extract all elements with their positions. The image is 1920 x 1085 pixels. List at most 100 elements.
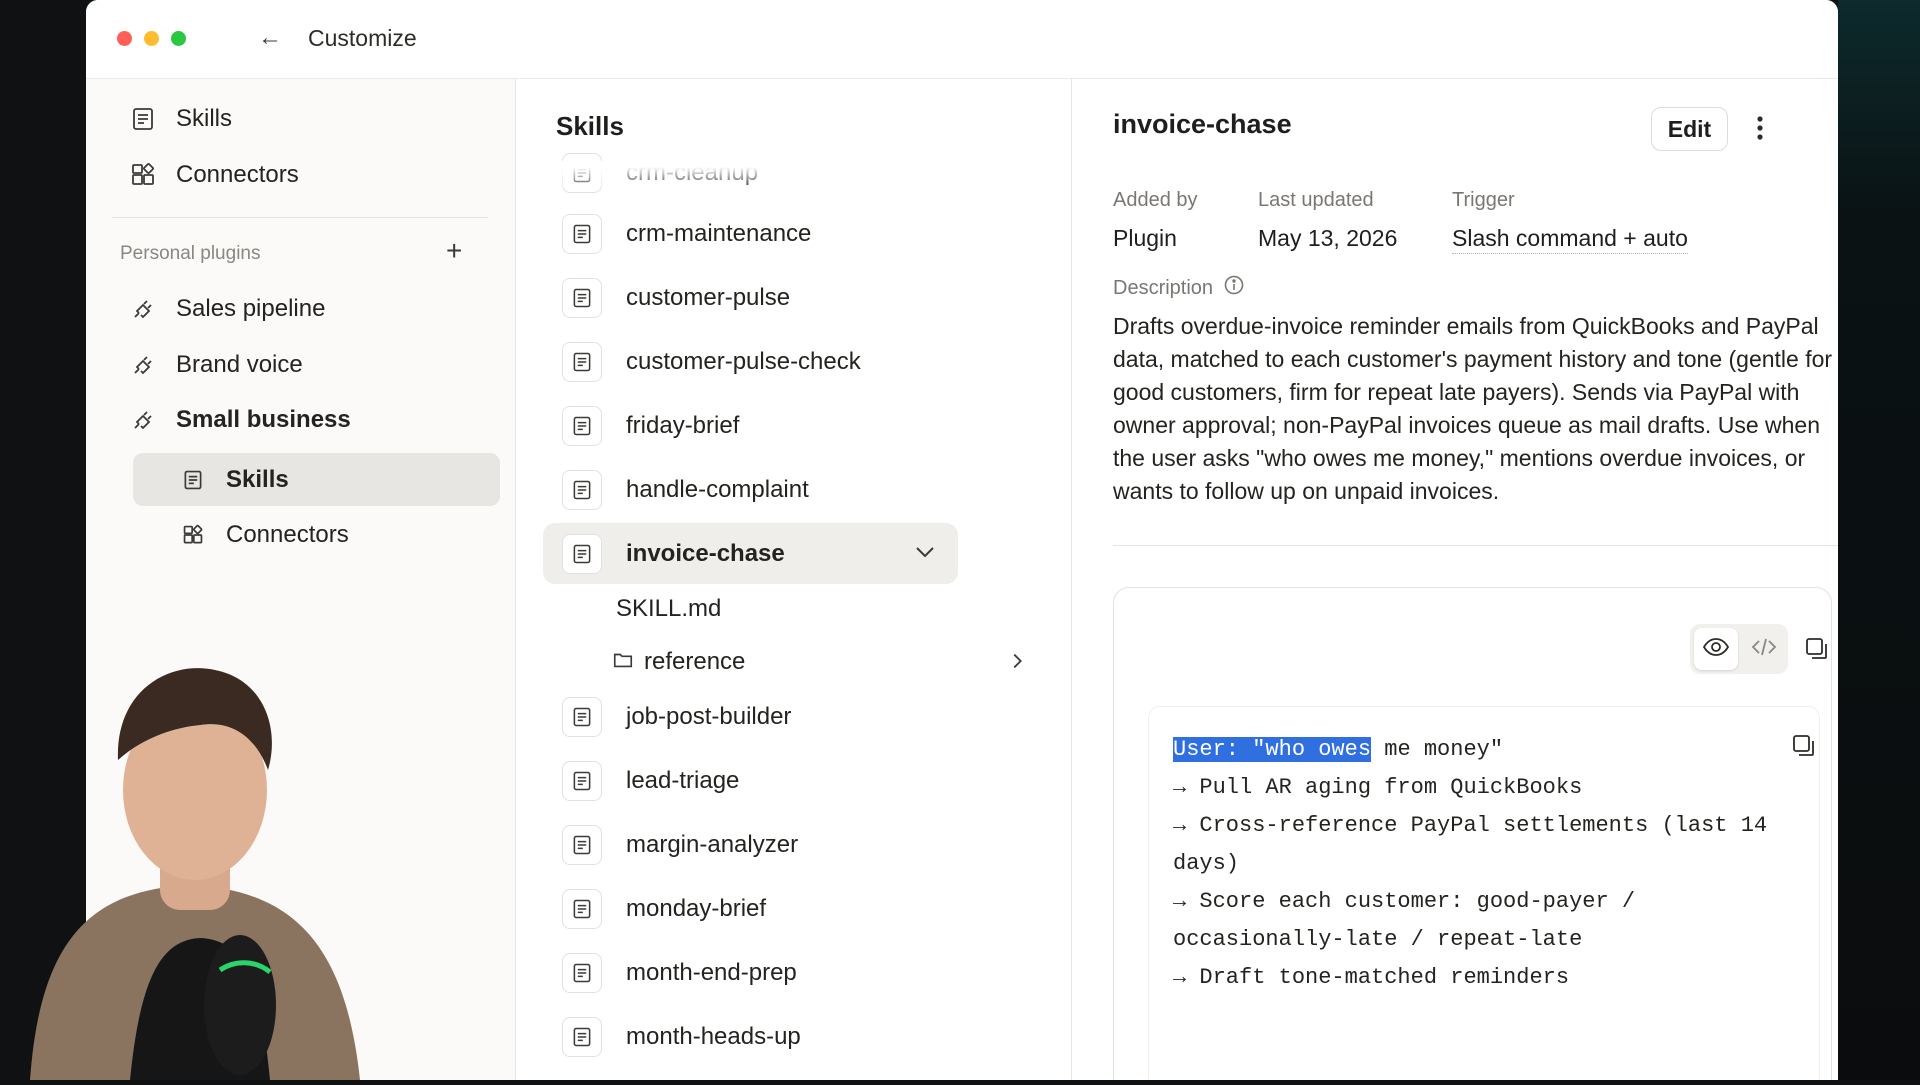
sidebar-item-sales-pipeline[interactable]: Sales pipeline	[128, 289, 325, 329]
title-bar: ← Customize	[86, 0, 1838, 79]
plug-icon	[128, 405, 158, 435]
code-line: → Draft tone-matched reminders	[1173, 965, 1570, 990]
last-updated-value: May 13, 2026	[1258, 225, 1398, 251]
webcam-presenter-image	[0, 640, 380, 1080]
sidebar-divider	[112, 217, 488, 218]
preview-toggle-button[interactable]	[1694, 628, 1738, 670]
plug-icon	[128, 350, 158, 380]
sidebar-item-skills[interactable]: Skills	[128, 99, 232, 139]
trigger-value[interactable]: Slash command + auto	[1452, 225, 1688, 254]
list-item-margin-analyzer[interactable]: margin-analyzer	[562, 823, 798, 867]
list-item-month-end-prep[interactable]: month-end-prep	[562, 951, 797, 995]
code-line: → Cross-reference PayPal settlements (la…	[1173, 813, 1781, 876]
chevron-right-icon[interactable]	[1006, 650, 1028, 677]
skill-file-icon	[562, 214, 602, 254]
last-updated-label: Last updated	[1258, 189, 1374, 211]
add-plugin-button[interactable]: +	[446, 235, 462, 267]
list-item-lead-triage[interactable]: lead-triage	[562, 759, 739, 803]
folder-icon	[612, 649, 634, 676]
sidebar-item-label: Brand voice	[176, 351, 303, 378]
skills-icon	[178, 465, 208, 495]
description-text: Drafts overdue-invoice reminder emails f…	[1113, 313, 1833, 504]
window-title: Customize	[308, 25, 417, 51]
list-item-label: month-heads-up	[626, 1023, 801, 1050]
trigger-label: Trigger	[1452, 189, 1515, 211]
selected-text: User: "who owes	[1173, 737, 1372, 762]
reference-folder[interactable]: reference	[612, 648, 745, 676]
sidebar-item-label: Connectors	[176, 161, 299, 188]
back-arrow-icon[interactable]: ←	[258, 24, 282, 52]
code-block: User: "who owes me money" → Pull AR agin…	[1148, 706, 1820, 1080]
sidebar-item-label: Skills	[176, 105, 233, 132]
sidebar-item-small-business[interactable]: Small business	[128, 400, 351, 440]
skills-list-pane: Skills crm-cleanup crm-maintenance custo…	[516, 79, 1072, 1080]
skill-md-file[interactable]: SKILL.md	[616, 595, 721, 623]
list-item-label: month-end-prep	[626, 959, 797, 986]
source-toggle-button[interactable]	[1742, 628, 1786, 670]
list-item-label: lead-triage	[626, 767, 740, 794]
sidebar-item-label: Connectors	[226, 521, 349, 548]
skill-file-icon	[562, 825, 602, 865]
minimize-window-button[interactable]	[144, 31, 159, 46]
list-item-label: margin-analyzer	[626, 831, 799, 858]
skill-detail-pane: invoice-chase Edit Added by Plugin Last …	[1072, 79, 1838, 1080]
list-item-job-post-builder[interactable]: job-post-builder	[562, 695, 791, 739]
connectors-icon	[178, 520, 208, 550]
sidebar-item-connectors[interactable]: Connectors	[128, 155, 299, 195]
skill-preview-card: User: "who owes me money" → Pull AR agin…	[1113, 587, 1832, 1080]
code-content: User: "who owes me money" → Pull AR agin…	[1173, 731, 1783, 997]
list-item-label: job-post-builder	[626, 703, 792, 730]
list-item-invoice-chase[interactable]: invoice-chase	[562, 532, 785, 576]
scroll-fade	[516, 161, 1071, 191]
sidebar-item-label: Sales pipeline	[176, 295, 326, 322]
added-by-value: Plugin	[1113, 225, 1177, 251]
skill-file-icon	[562, 470, 602, 510]
more-options-icon[interactable]	[1756, 115, 1764, 146]
list-item-label: customer-pulse-check	[626, 348, 861, 375]
plug-icon	[128, 294, 158, 324]
skill-file-icon	[562, 1017, 602, 1057]
skill-file-icon	[562, 889, 602, 929]
skill-file-icon	[562, 697, 602, 737]
list-item-friday-brief[interactable]: friday-brief	[562, 404, 739, 448]
desktop-background	[1838, 0, 1920, 1080]
skills-icon	[128, 104, 158, 134]
list-item-label: handle-complaint	[626, 476, 809, 503]
skill-file-icon	[562, 761, 602, 801]
list-item-handle-complaint[interactable]: handle-complaint	[562, 468, 809, 512]
zoom-window-button[interactable]	[171, 31, 186, 46]
list-item-label: customer-pulse	[626, 284, 791, 311]
list-item-month-heads-up[interactable]: month-heads-up	[562, 1015, 801, 1059]
description-label-row: Description	[1113, 274, 1245, 302]
code-line-1-rest: me money"	[1371, 737, 1504, 762]
close-window-button[interactable]	[117, 31, 132, 46]
skill-file-icon	[562, 342, 602, 382]
chevron-down-icon[interactable]	[912, 539, 938, 570]
copy-icon[interactable]	[1804, 636, 1830, 667]
sidebar-item-brand-voice[interactable]: Brand voice	[128, 345, 303, 385]
skill-file-icon	[562, 953, 602, 993]
added-by-label: Added by	[1113, 189, 1198, 211]
skill-file-icon	[562, 534, 602, 574]
list-item-customer-pulse[interactable]: customer-pulse	[562, 276, 790, 320]
list-item-label: monday-brief	[626, 895, 767, 922]
list-item-crm-maintenance[interactable]: crm-maintenance	[562, 212, 811, 256]
list-item-customer-pulse-check[interactable]: customer-pulse-check	[562, 340, 861, 384]
code-line: → Pull AR aging from QuickBooks	[1173, 775, 1583, 800]
list-item-monday-brief[interactable]: monday-brief	[562, 887, 766, 931]
list-item-label: friday-brief	[626, 412, 740, 439]
copy-code-icon[interactable]	[1791, 733, 1817, 764]
skill-file-icon	[562, 278, 602, 318]
skill-title: invoice-chase	[1113, 109, 1292, 139]
edit-button[interactable]: Edit	[1651, 107, 1728, 151]
sidebar-item-label: Skills	[226, 466, 289, 493]
sidebar-sub-item-skills[interactable]: Skills	[178, 460, 289, 500]
code-icon	[1751, 637, 1777, 662]
code-line: → Score each customer: good-payer / occa…	[1173, 889, 1649, 952]
sidebar-item-label: Small business	[176, 406, 351, 433]
skill-file-icon	[562, 406, 602, 446]
personal-plugins-label: Personal plugins	[120, 243, 261, 264]
info-icon[interactable]	[1223, 274, 1245, 302]
folder-label: reference	[644, 648, 746, 675]
sidebar-sub-item-connectors[interactable]: Connectors	[178, 515, 349, 555]
